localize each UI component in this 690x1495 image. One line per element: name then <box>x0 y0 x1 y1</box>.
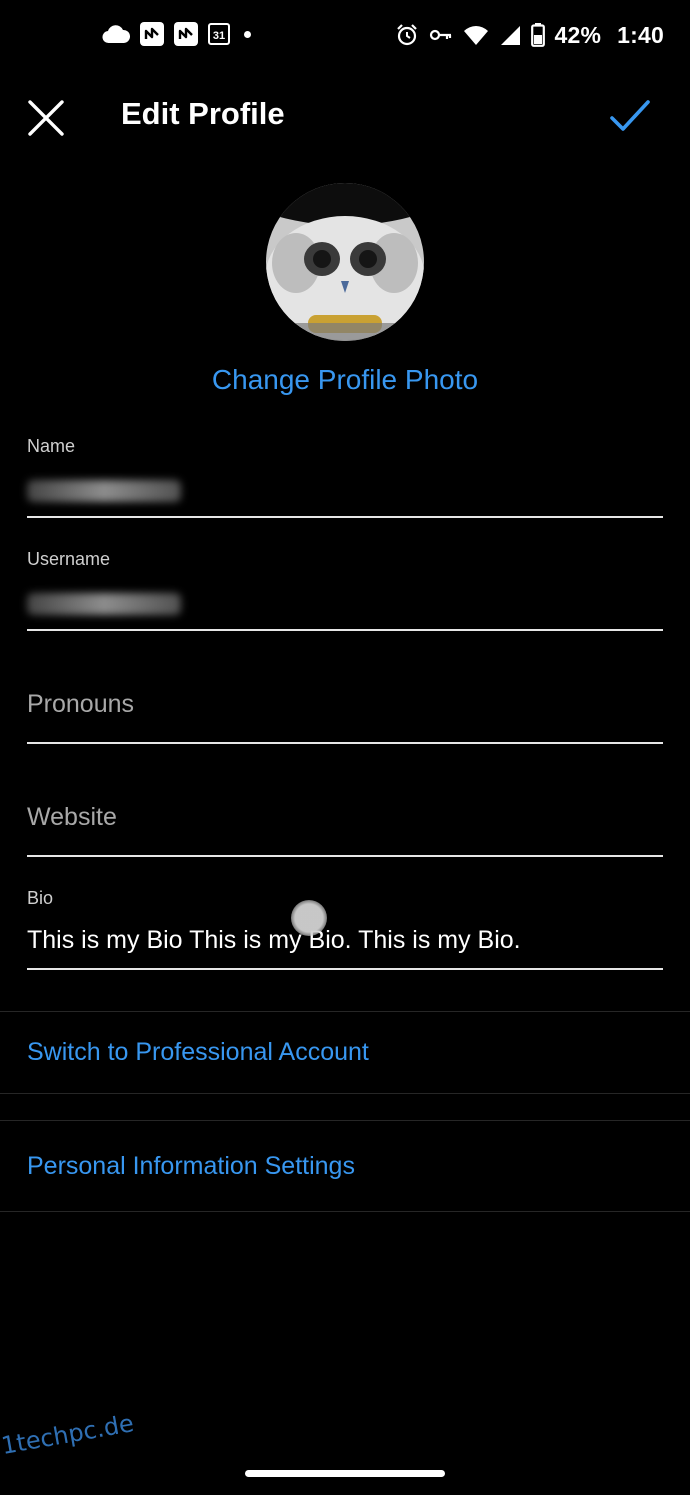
calendar-icon: 31 <box>208 23 230 45</box>
bio-label: Bio <box>27 888 54 908</box>
pronouns-placeholder: Pronouns <box>27 690 135 718</box>
divider <box>0 1093 690 1094</box>
checkmark-icon <box>608 100 652 140</box>
username-field[interactable]: Username <box>27 543 663 631</box>
status-bar: 31 42% 1:40 <box>0 0 690 70</box>
close-icon <box>26 100 66 142</box>
app-icon <box>174 22 198 46</box>
name-value-blurred <box>27 480 181 502</box>
page-title: Edit Profile <box>121 96 285 131</box>
alarm-icon <box>395 23 419 47</box>
divider <box>0 1011 690 1012</box>
profile-photo[interactable] <box>266 183 424 341</box>
more-notifications-dot <box>244 30 251 38</box>
clock: 1:40 <box>617 21 664 48</box>
website-field[interactable]: Website <box>27 769 663 857</box>
watermark: 1techpc.de <box>0 1409 136 1460</box>
status-bar-notifications: 31 <box>102 20 251 48</box>
save-button[interactable] <box>608 96 652 136</box>
username-value-blurred <box>27 593 181 615</box>
pronouns-field[interactable]: Pronouns <box>27 656 663 744</box>
wifi-icon <box>463 24 489 46</box>
app-icon <box>140 22 164 46</box>
top-app-bar: Edit Profile <box>0 80 690 152</box>
bio-field[interactable]: Bio This is my Bio This is my Bio. This … <box>27 882 663 970</box>
change-profile-photo-link[interactable]: Change Profile Photo <box>0 364 690 396</box>
battery-icon <box>530 23 545 47</box>
bio-value: This is my Bio This is my Bio. This is m… <box>27 926 521 954</box>
name-field[interactable]: Name <box>27 430 663 518</box>
cloud-icon <box>102 24 130 44</box>
divider <box>0 1120 690 1121</box>
website-placeholder: Website <box>27 803 117 831</box>
home-indicator[interactable] <box>245 1470 445 1477</box>
vpn-key-icon <box>429 27 453 43</box>
owl-avatar-image <box>266 183 424 341</box>
close-button[interactable] <box>26 98 66 138</box>
name-label: Name <box>27 436 76 456</box>
divider <box>0 1211 690 1212</box>
status-bar-system: 42% 1:40 <box>395 20 664 50</box>
battery-percent: 42% <box>554 21 602 48</box>
personal-information-settings-link[interactable]: Personal Information Settings <box>27 1152 355 1181</box>
touch-indicator <box>291 900 327 936</box>
username-label: Username <box>27 549 111 569</box>
signal-icon <box>499 24 521 46</box>
switch-to-professional-account-link[interactable]: Switch to Professional Account <box>27 1038 369 1067</box>
